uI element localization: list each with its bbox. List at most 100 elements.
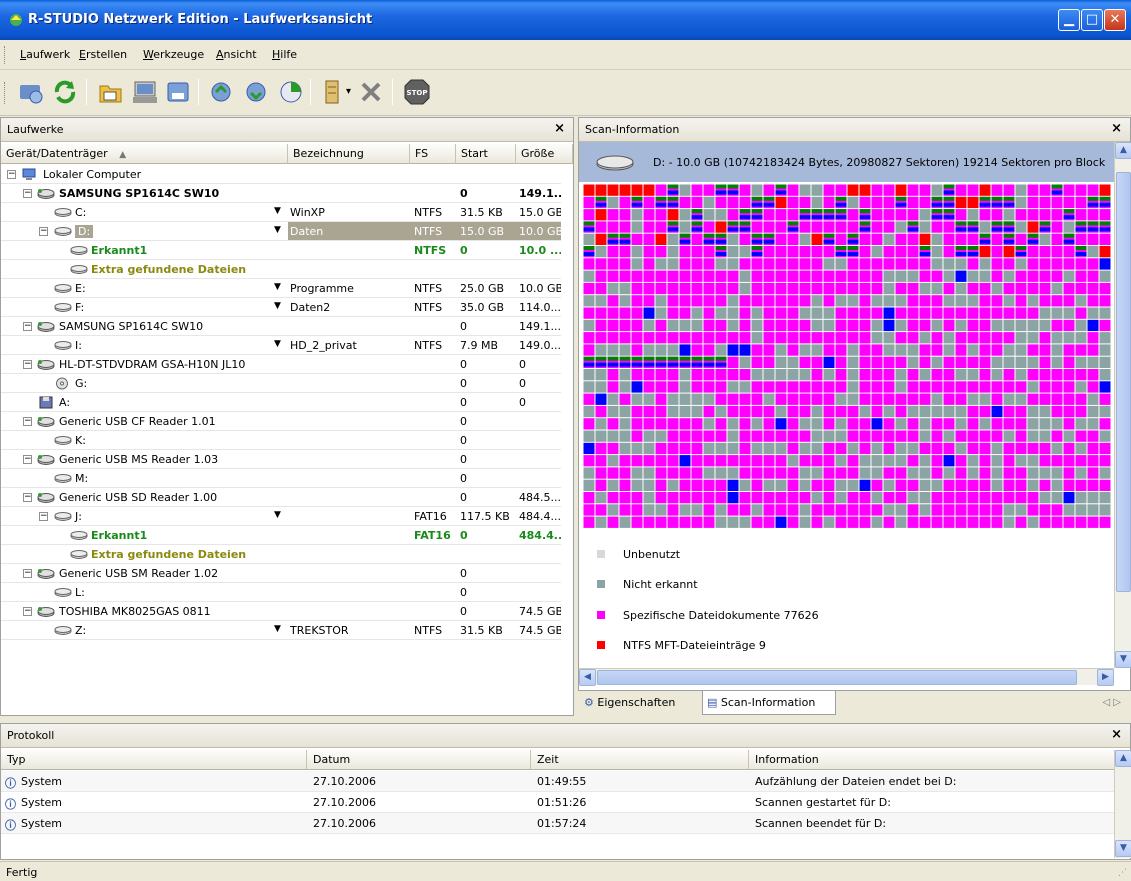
tree-row[interactable]: E: ▼ Programme NTFS 25.0 GB 10.0 GB [1,279,561,298]
connect-drive-icon[interactable] [16,77,46,107]
drives-panel-close-icon[interactable]: × [554,121,565,136]
tree-row[interactable]: − D: ▼ Daten NTFS 15.0 GB 10.0 GB [1,222,561,241]
tab-scan-information[interactable]: ▤ Scan-Information [702,691,836,715]
column-device[interactable]: Gerät/Datenträger ▲ [1,144,288,164]
log-date: 27.10.2006 [313,817,376,830]
tree-row[interactable]: Erkannt1 FAT16 0 484.4... [1,526,561,545]
tree-row[interactable]: Extra gefundene Dateien [1,545,561,564]
minimize-button[interactable]: ▁ [1058,9,1080,31]
tab-scroll-arrows-icon[interactable]: ◁ ▷ [1102,697,1121,708]
tree-row[interactable]: G: 0 0 [1,374,561,393]
open-image-icon[interactable] [96,77,126,107]
tree-cell-size [516,412,561,430]
row-dropdown-icon[interactable]: ▼ [274,339,281,349]
tree-row[interactable]: A: 0 0 [1,393,561,412]
log-row[interactable]: ⓘ System 27.10.2006 01:51:26 Scannen gestart… [1,792,1114,813]
tree-row[interactable]: F: ▼ Daten2 NTFS 35.0 GB 114.0... [1,298,561,317]
row-dropdown-icon[interactable]: ▼ [274,624,281,634]
tree-row[interactable]: − J: ▼ FAT16 117.5 KB 484.4... [1,507,561,526]
title-bar[interactable]: R-STUDIO Netzwerk Edition - Laufwerksans… [0,0,1131,40]
tree-row[interactable]: − Lokaler Computer [1,165,561,184]
menu-werkzeuge[interactable]: Werkzeuge [143,48,204,61]
tree-row[interactable]: − HL-DT-STDVDRAM GSA-H10N JL10 0 0 [1,355,561,374]
row-dropdown-icon[interactable]: ▼ [274,301,281,311]
scan-vertical-scrollbar[interactable]: ▲ ▼ [1114,142,1131,668]
row-dropdown-icon[interactable]: ▼ [274,282,281,292]
tree-expander-icon[interactable]: − [23,189,32,198]
tree-row[interactable]: M: 0 [1,469,561,488]
column-size[interactable]: Größe [516,144,573,164]
tree-cell-device: E: ▼ [1,279,288,297]
scroll-right-icon[interactable]: ▶ [1097,669,1114,686]
disk-icon[interactable] [164,77,194,107]
log-column-info[interactable]: Information [749,750,1115,770]
tree-row[interactable]: L: 0 [1,583,561,602]
log-column-time[interactable]: Zeit [531,750,749,770]
scan-scroll-thumb[interactable] [1116,172,1131,592]
tree-row[interactable]: K: 0 [1,431,561,450]
tree-expander-icon[interactable]: − [23,493,32,502]
close-button[interactable]: ✕ [1104,9,1126,31]
tree-cell-size: 114.0... [519,301,561,314]
tree-expander-icon[interactable]: − [23,607,32,616]
app-icon [10,14,22,26]
log-column-date[interactable]: Datum [307,750,531,770]
log-row[interactable]: ⓘ System 27.10.2006 01:57:24 Scannen beendet… [1,813,1114,834]
tree-expander-icon[interactable]: − [39,512,48,521]
tree-row[interactable]: − SAMSUNG SP1614C SW10 0 149.1... [1,317,561,336]
tree-expander-icon[interactable]: − [39,227,48,236]
menu-hilfe[interactable]: Hilfe [272,48,297,61]
log-vertical-scrollbar[interactable]: ▲ ▼ [1114,750,1131,858]
column-label[interactable]: Bezeichnung [288,144,410,164]
log-scroll-up-icon[interactable]: ▲ [1115,750,1131,767]
log-scroll-down-icon[interactable]: ▼ [1115,840,1131,857]
scan-hscroll-thumb[interactable] [597,670,1077,685]
tree-row[interactable]: − Generic USB SM Reader 1.02 0 [1,564,561,583]
tree-row[interactable]: − TOSHIBA MK8025GAS 0811 0 74.5 GB [1,602,561,621]
menu-laufwerk[interactable]: Laufwerk [20,48,70,61]
tree-expander-icon[interactable]: − [23,455,32,464]
create-image-icon[interactable] [130,77,160,107]
log-row[interactable]: ⓘ System 27.10.2006 01:49:55 Aufzählung der … [1,771,1114,792]
tree-row[interactable]: − SAMSUNG SP1614C SW10 0 149.1... [1,184,561,203]
column-start[interactable]: Start [456,144,516,164]
log-column-type[interactable]: Typ [1,750,307,770]
tree-row[interactable]: Z: ▼ TREKSTOR NTFS 31.5 KB 74.5 GB [1,621,561,640]
scroll-left-icon[interactable]: ◀ [579,669,596,686]
region-icon[interactable] [276,77,306,107]
row-dropdown-icon[interactable]: ▼ [274,206,281,216]
toolbar-separator [86,79,87,105]
row-dropdown-icon[interactable]: ▼ [274,225,281,235]
stop-icon[interactable]: STOP [402,77,432,107]
tree-row[interactable]: Erkannt1 NTFS 0 10.0 ... [1,241,561,260]
tree-expander-icon[interactable]: − [23,322,32,331]
tree-row[interactable]: − Generic USB SD Reader 1.00 0 484.5... [1,488,561,507]
tree-expander-icon[interactable]: − [23,569,32,578]
tree-expander-icon[interactable]: − [23,417,32,426]
row-dropdown-icon[interactable]: ▼ [274,510,281,520]
raid-dropdown-icon[interactable]: ▾ [346,86,351,97]
tree-row[interactable]: − Generic USB CF Reader 1.01 0 [1,412,561,431]
delete-icon[interactable] [356,77,386,107]
tree-row[interactable]: − Generic USB MS Reader 1.03 0 [1,450,561,469]
tree-expander-icon[interactable]: − [23,360,32,369]
log-panel-close-icon[interactable]: × [1111,727,1122,742]
column-fs[interactable]: FS [410,144,456,164]
resize-grip-icon[interactable]: ⋰ [1118,868,1127,878]
tree-expander-icon[interactable]: − [7,170,16,179]
menu-ansicht[interactable]: Ansicht [216,48,257,61]
scan-icon[interactable] [208,77,238,107]
scroll-down-icon[interactable]: ▼ [1115,651,1131,668]
refresh-icon[interactable] [50,77,80,107]
scroll-up-icon[interactable]: ▲ [1115,142,1131,159]
raid-icon[interactable] [318,77,348,107]
tree-row[interactable]: C: ▼ WinXP NTFS 31.5 KB 15.0 GB [1,203,561,222]
tree-row[interactable]: I: ▼ HD_2_privat NTFS 7.9 MB 149.0... [1,336,561,355]
scan-panel-close-icon[interactable]: × [1111,121,1122,136]
tab-eigenschaften[interactable]: ⚙ Eigenschaften [584,691,702,715]
recover-icon[interactable] [242,77,272,107]
scan-horizontal-scrollbar[interactable]: ◀ ▶ [579,668,1114,686]
tree-row[interactable]: Extra gefundene Dateien [1,260,561,279]
menu-erstellen[interactable]: Erstellen [79,48,127,61]
maximize-button[interactable]: □ [1081,9,1103,31]
